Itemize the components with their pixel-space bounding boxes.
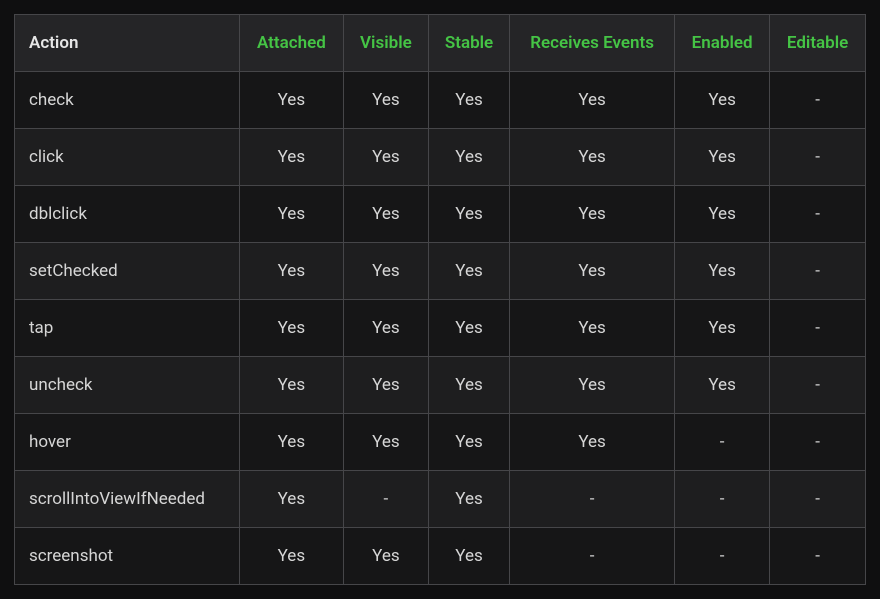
cell-attached: Yes — [239, 471, 343, 528]
cell-action: setChecked — [15, 243, 240, 300]
cell-enabled: Yes — [675, 186, 770, 243]
cell-editable: - — [770, 528, 866, 585]
col-header-enabled: Enabled — [675, 15, 770, 72]
cell-editable: - — [770, 72, 866, 129]
cell-receives-events: - — [510, 471, 675, 528]
table-row: click Yes Yes Yes Yes Yes - — [15, 129, 866, 186]
col-header-stable: Stable — [428, 15, 509, 72]
cell-receives-events: Yes — [510, 129, 675, 186]
cell-attached: Yes — [239, 129, 343, 186]
cell-action: check — [15, 72, 240, 129]
table-header: Action Attached Visible Stable Receives … — [15, 15, 866, 72]
cell-visible: Yes — [343, 186, 428, 243]
cell-action: hover — [15, 414, 240, 471]
cell-visible: Yes — [343, 300, 428, 357]
cell-receives-events: - — [510, 528, 675, 585]
cell-enabled: Yes — [675, 300, 770, 357]
cell-action: dblclick — [15, 186, 240, 243]
cell-attached: Yes — [239, 243, 343, 300]
cell-visible: - — [343, 471, 428, 528]
cell-enabled: - — [675, 414, 770, 471]
cell-receives-events: Yes — [510, 186, 675, 243]
cell-editable: - — [770, 357, 866, 414]
cell-enabled: Yes — [675, 243, 770, 300]
cell-attached: Yes — [239, 300, 343, 357]
cell-receives-events: Yes — [510, 72, 675, 129]
cell-editable: - — [770, 414, 866, 471]
cell-stable: Yes — [428, 528, 509, 585]
cell-receives-events: Yes — [510, 357, 675, 414]
cell-enabled: Yes — [675, 72, 770, 129]
cell-visible: Yes — [343, 243, 428, 300]
table-body: check Yes Yes Yes Yes Yes - click Yes Ye… — [15, 72, 866, 585]
cell-visible: Yes — [343, 414, 428, 471]
col-header-editable: Editable — [770, 15, 866, 72]
cell-visible: Yes — [343, 357, 428, 414]
cell-attached: Yes — [239, 528, 343, 585]
cell-enabled: Yes — [675, 357, 770, 414]
cell-action: tap — [15, 300, 240, 357]
cell-stable: Yes — [428, 471, 509, 528]
table-row: check Yes Yes Yes Yes Yes - — [15, 72, 866, 129]
cell-action: scrollIntoViewIfNeeded — [15, 471, 240, 528]
cell-editable: - — [770, 129, 866, 186]
cell-attached: Yes — [239, 414, 343, 471]
cell-visible: Yes — [343, 528, 428, 585]
col-header-attached: Attached — [239, 15, 343, 72]
table-row: tap Yes Yes Yes Yes Yes - — [15, 300, 866, 357]
table-row: setChecked Yes Yes Yes Yes Yes - — [15, 243, 866, 300]
cell-enabled: Yes — [675, 129, 770, 186]
cell-enabled: - — [675, 528, 770, 585]
cell-editable: - — [770, 243, 866, 300]
cell-attached: Yes — [239, 72, 343, 129]
cell-visible: Yes — [343, 129, 428, 186]
cell-stable: Yes — [428, 300, 509, 357]
cell-stable: Yes — [428, 414, 509, 471]
cell-stable: Yes — [428, 72, 509, 129]
cell-action: uncheck — [15, 357, 240, 414]
cell-receives-events: Yes — [510, 243, 675, 300]
cell-enabled: - — [675, 471, 770, 528]
col-header-visible: Visible — [343, 15, 428, 72]
cell-action: click — [15, 129, 240, 186]
table-header-row: Action Attached Visible Stable Receives … — [15, 15, 866, 72]
cell-receives-events: Yes — [510, 300, 675, 357]
cell-stable: Yes — [428, 357, 509, 414]
col-header-receives-events: Receives Events — [510, 15, 675, 72]
cell-editable: - — [770, 300, 866, 357]
table-row: scrollIntoViewIfNeeded Yes - Yes - - - — [15, 471, 866, 528]
cell-stable: Yes — [428, 243, 509, 300]
cell-attached: Yes — [239, 186, 343, 243]
table-row: hover Yes Yes Yes Yes - - — [15, 414, 866, 471]
cell-stable: Yes — [428, 186, 509, 243]
table-row: dblclick Yes Yes Yes Yes Yes - — [15, 186, 866, 243]
col-header-action: Action — [15, 15, 240, 72]
cell-action: screenshot — [15, 528, 240, 585]
cell-receives-events: Yes — [510, 414, 675, 471]
cell-visible: Yes — [343, 72, 428, 129]
cell-editable: - — [770, 471, 866, 528]
cell-stable: Yes — [428, 129, 509, 186]
cell-editable: - — [770, 186, 866, 243]
actionability-table: Action Attached Visible Stable Receives … — [14, 14, 866, 585]
table-row: uncheck Yes Yes Yes Yes Yes - — [15, 357, 866, 414]
table-row: screenshot Yes Yes Yes - - - — [15, 528, 866, 585]
cell-attached: Yes — [239, 357, 343, 414]
